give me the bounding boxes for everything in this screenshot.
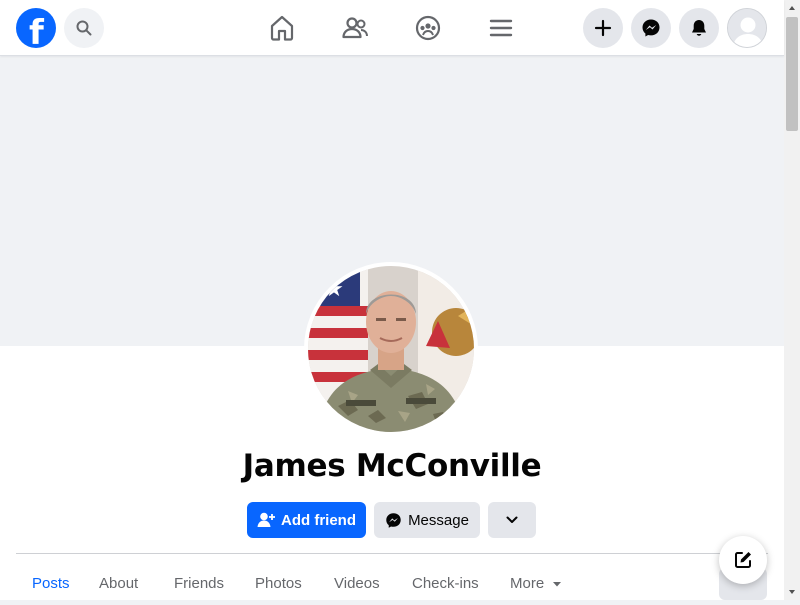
profile-photo-image: ★ xyxy=(308,266,474,432)
chevron-down-icon xyxy=(506,516,518,523)
plus-icon xyxy=(594,19,612,37)
tab-photos[interactable]: Photos xyxy=(255,575,302,592)
tabs-divider xyxy=(16,553,768,554)
messenger-icon xyxy=(386,512,401,528)
page-scrollbar[interactable] xyxy=(784,0,800,600)
notifications-button[interactable] xyxy=(679,8,719,48)
caret-down-icon xyxy=(553,582,562,587)
tab-check-ins[interactable]: Check-ins xyxy=(412,575,479,592)
groups-icon xyxy=(415,15,441,41)
message-label: Message xyxy=(408,511,469,529)
scroll-thumb[interactable] xyxy=(786,17,798,131)
friends-icon xyxy=(342,17,368,39)
facebook-logo[interactable]: f xyxy=(16,8,56,48)
menu-icon xyxy=(489,19,513,37)
more-actions-button[interactable] xyxy=(488,502,536,538)
compose-button[interactable] xyxy=(719,536,767,584)
tab-friends[interactable]: Friends xyxy=(174,575,224,592)
top-navigation-bar: f xyxy=(0,0,784,56)
menu-tab[interactable] xyxy=(485,12,517,44)
add-friend-button[interactable]: Add friend xyxy=(247,502,366,538)
profile-picture[interactable]: ★ xyxy=(304,262,478,436)
tab-videos[interactable]: Videos xyxy=(334,575,380,592)
account-avatar[interactable] xyxy=(727,8,767,48)
home-icon xyxy=(270,15,294,41)
compose-icon xyxy=(735,552,751,568)
create-button[interactable] xyxy=(583,8,623,48)
profile-name: James McConville xyxy=(242,448,542,484)
bell-icon xyxy=(692,20,706,36)
tab-more-label: More xyxy=(510,575,545,592)
scroll-down-arrow[interactable] xyxy=(784,584,800,600)
message-button[interactable]: Message xyxy=(374,502,480,538)
tab-about[interactable]: About xyxy=(99,575,138,592)
avatar-icon xyxy=(728,9,766,47)
messenger-icon xyxy=(642,19,660,37)
groups-tab[interactable] xyxy=(412,12,444,44)
search-button[interactable] xyxy=(64,8,104,48)
home-tab[interactable] xyxy=(266,12,298,44)
friends-tab[interactable] xyxy=(339,12,371,44)
add-friend-icon xyxy=(257,512,275,527)
add-friend-label: Add friend xyxy=(281,511,356,529)
search-icon xyxy=(76,20,92,36)
scroll-up-arrow[interactable] xyxy=(784,0,800,16)
tab-more[interactable]: More xyxy=(510,575,562,592)
messenger-button[interactable] xyxy=(631,8,671,48)
tab-posts[interactable]: Posts xyxy=(32,575,70,592)
